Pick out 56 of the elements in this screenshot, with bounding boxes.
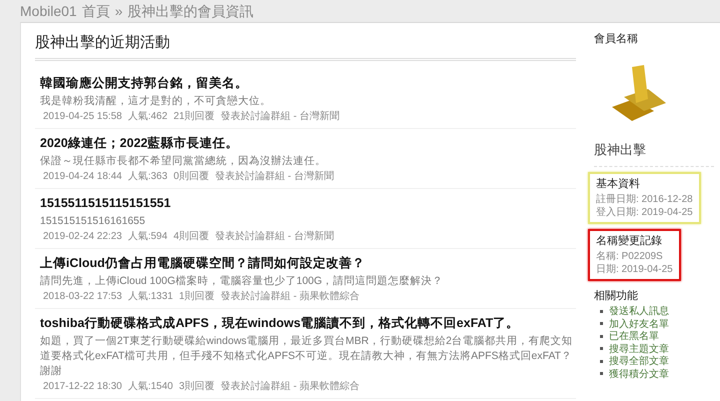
post-forum: 發表於討論群組 - 蘋果軟體綜合: [220, 291, 360, 303]
bullet-icon: [600, 334, 603, 338]
post-forum: 發表於討論群組 - 台灣新聞: [215, 171, 334, 183]
bullet-icon: [600, 372, 603, 376]
related-link[interactable]: 獲得積分文章: [609, 366, 669, 381]
related-link[interactable]: 發送私人訊息: [609, 304, 669, 318]
post-forum: 發表於討論群組 - 台灣新聞: [215, 231, 334, 243]
info-line: 登入日期: 2019-04-25: [596, 206, 693, 219]
post-date: 2017-12-22 18:30: [43, 381, 122, 393]
post-title[interactable]: 1515511515115151551: [40, 195, 576, 211]
post-forum: 發表於討論群組 - 台灣新聞: [220, 111, 340, 123]
post-replies: 1則回覆: [179, 291, 215, 303]
post-title[interactable]: 上傳iCloud仍會占用電腦硬碟空間？請問如何設定改善？: [40, 255, 576, 271]
post-views: 人氣:363: [128, 171, 168, 183]
post-views: 人氣:1540: [128, 381, 173, 393]
related-link[interactable]: 加入好友名單: [609, 316, 669, 331]
info-line: 註冊日期: 2016-12-28: [596, 193, 693, 206]
post-views: 人氣:462: [128, 111, 168, 123]
post-date: 2019-04-24 18:44: [43, 171, 122, 183]
post-title[interactable]: 2020綠連任；2022藍縣市長連任。: [40, 135, 576, 151]
info-line: 名稱: P02209S: [596, 250, 664, 263]
post-replies: 4則回覆: [173, 231, 209, 243]
member-name: 股神出擊: [594, 142, 714, 167]
post-excerpt: 我是韓粉我清醒，這才是對的，不可貪戀大位。: [40, 94, 272, 109]
post-replies: 21則回覆: [173, 111, 215, 123]
post-forum: 發表於討論群組 - 蘋果軟體綜合: [220, 381, 360, 393]
post-excerpt: 如題，買了一個2T東芝行動硬碟給windows電腦用，最近多買台MBR，行動硬碟想給2台電腦都共用，有爬文知道要格式化exFAT檔可共用，但手殘不知格式化APFS不可逆。現在請教大神，有無方法將APFS格式回exFAT？謝謝: [40, 334, 574, 379]
bullet-icon: [600, 310, 603, 313]
post-title[interactable]: toshiba行動硬碟格式成APFS，現在windows電腦讀不到，格式化轉不回exFAT了。: [40, 315, 576, 331]
post-views: 人氣:594: [128, 231, 168, 243]
post-replies: 3則回覆: [179, 381, 215, 393]
bullet-icon: [600, 322, 603, 326]
post-date: 2018-03-22 17:53: [43, 291, 122, 303]
breadcrumb-separator: »: [114, 3, 123, 19]
section-heading: 股神出擊的近期活動: [35, 33, 576, 61]
member-label: 會員名稱: [594, 32, 639, 46]
post-excerpt: 請問先進，上傳iCloud 100G檔案時，電腦容量也少了100G，請問這問題怎麼解決？: [40, 274, 444, 289]
site-link[interactable]: Mobile01: [20, 3, 77, 19]
breadcrumb-current: 股神出擊的會員資訊: [128, 3, 254, 21]
related-title: 相關功能: [594, 289, 639, 303]
bullet-icon: [600, 347, 603, 350]
post-date: 2019-02-24 22:23: [43, 231, 122, 243]
post-date: 2019-04-25 15:58: [43, 111, 122, 123]
info-line: 日期: 2019-04-25: [596, 263, 673, 276]
related-link[interactable]: 已在黑名單: [609, 329, 659, 344]
related-link[interactable]: 搜尋全部文章: [609, 354, 669, 368]
info-title: 名稱變更記錄: [596, 234, 663, 248]
post-title[interactable]: 韓國瑜應公開支持郭台銘，留美名。: [40, 75, 576, 91]
related-link[interactable]: 搜尋主題文章: [609, 342, 669, 356]
post-replies: 0則回覆: [173, 171, 209, 183]
post-excerpt: 151515151516161655: [40, 214, 146, 229]
post-excerpt: 保證～現任縣市長都不希望同黨當總統，因為沒辦法連任。: [40, 154, 327, 169]
info-title: 基本資料: [596, 177, 641, 191]
bullet-icon: [600, 360, 603, 363]
home-link[interactable]: 首頁: [82, 3, 110, 21]
post-views: 人氣:1331: [128, 291, 173, 303]
